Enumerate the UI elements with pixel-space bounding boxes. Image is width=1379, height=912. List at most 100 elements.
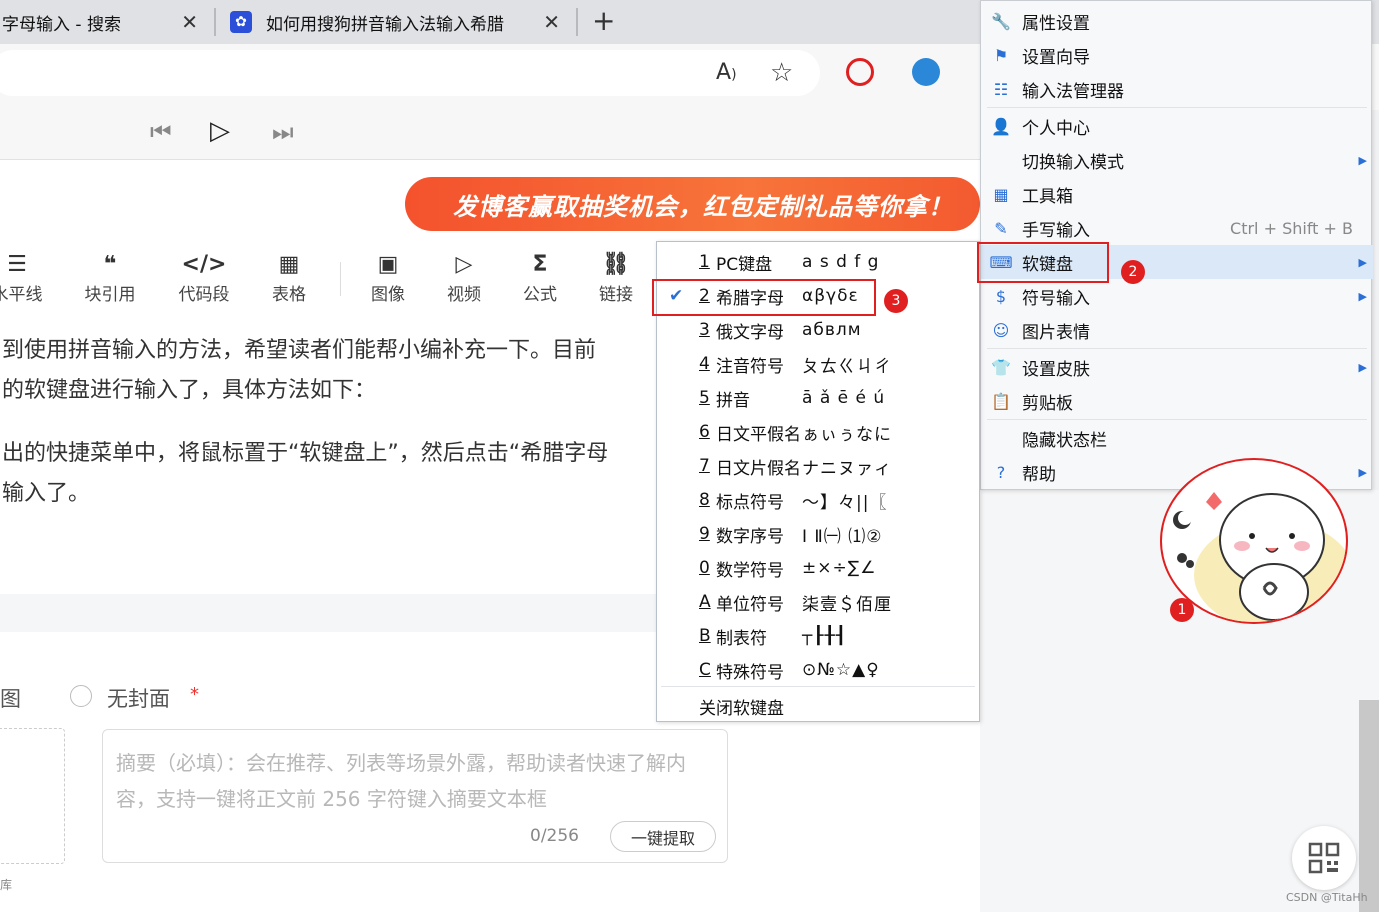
keyboard-option-zhuyin[interactable]: 4 注音符号 ㄆㄊㄍㄐㄔ <box>657 347 979 381</box>
hotkey: 5 <box>699 388 710 408</box>
next-track-icon[interactable]: ⏭ <box>272 118 294 146</box>
qr-code-button[interactable] <box>1292 826 1356 890</box>
read-aloud-icon[interactable]: A) <box>716 60 737 85</box>
menu-item-emoji[interactable]: ☺ 图片表情 <box>981 313 1373 347</box>
article-text[interactable]: 输入了。 <box>2 475 90 507</box>
quote-icon: ❝ <box>103 252 117 277</box>
menu-item-properties[interactable]: 🔧 属性设置 <box>981 4 1373 38</box>
toolbar-divider <box>340 262 341 296</box>
close-icon[interactable]: ✕ <box>543 10 560 34</box>
annotation-badge: 1 <box>1170 598 1194 622</box>
promo-banner[interactable]: 发博客赢取抽奖机会，红包定制礼品等你拿！ <box>405 177 980 231</box>
menu-item-handwriting[interactable]: ✎ 手写输入 Ctrl + Shift + B <box>981 211 1373 245</box>
hotkey: 9 <box>699 524 710 544</box>
section-divider <box>0 594 660 632</box>
option-sample: ±×÷∑∠ <box>802 558 877 578</box>
hr-icon: ☰ <box>7 252 27 277</box>
cover-upload-box[interactable] <box>0 728 65 864</box>
toolbar-formula-button[interactable]: Σ 公式 <box>505 250 575 305</box>
menu-item-symbols[interactable]: $ 符号输入 ▶ <box>981 279 1373 313</box>
option-sample: ┬┠╂┨ <box>802 626 847 646</box>
toolbar-quote-button[interactable]: ❝ 块引用 <box>75 250 145 305</box>
keyboard-option-math[interactable]: 0 数学符号 ±×÷∑∠ <box>657 551 979 585</box>
option-name: 单位符号 <box>716 594 784 615</box>
submenu-arrow-icon: ▶ <box>1358 360 1367 374</box>
smile-icon: ☺ <box>992 320 1010 340</box>
keyboard-option-punctuation[interactable]: 8 标点符号 ～】々||〖 <box>657 483 979 517</box>
option-name: 日文平假名 <box>716 424 801 445</box>
menu-label: 手写输入 <box>1022 220 1090 241</box>
bottom-label: 库 <box>0 878 13 892</box>
toolbar-hr-button[interactable]: ☰ 水平线 <box>0 250 52 305</box>
menu-label: 剪贴板 <box>1022 393 1073 414</box>
menu-separator <box>987 419 1367 420</box>
tab-divider <box>576 8 578 36</box>
no-cover-radio[interactable] <box>70 685 92 707</box>
hotkey: A <box>699 592 711 612</box>
menu-item-personal-center[interactable]: 👤 个人中心 <box>981 109 1373 143</box>
extension-icon[interactable] <box>846 58 874 86</box>
toolbar-label: 表格 <box>272 285 306 305</box>
tab-title: 字母输入 - 搜索 <box>2 14 121 35</box>
toolbar-code-button[interactable]: </> 代码段 <box>169 250 239 305</box>
keyboard-option-close[interactable]: 关闭软键盘 <box>657 689 979 723</box>
image-icon: ▣ <box>377 252 399 277</box>
option-name: 数学符号 <box>716 560 784 581</box>
tab-search[interactable]: 字母输入 - 搜索 ✕ <box>0 0 210 44</box>
keyboard-option-hiragana[interactable]: 6 日文平假名 ぁぃぅなに <box>657 415 979 449</box>
keyboard-option-russian[interactable]: 3 俄文字母 абвлм <box>657 313 979 347</box>
new-tab-button[interactable]: + <box>592 4 615 37</box>
close-icon[interactable]: ✕ <box>181 10 198 34</box>
option-name: 数字序号 <box>716 526 784 547</box>
no-cover-label[interactable]: 无封面 <box>107 683 170 713</box>
keyboard-option-numbering[interactable]: 9 数字序号 Ⅰ Ⅱ㈠ ⑴② <box>657 517 979 551</box>
toolbar-table-button[interactable]: ▦ 表格 <box>254 250 324 305</box>
menu-label: 帮助 <box>1022 464 1056 485</box>
menu-item-switch-mode[interactable]: 切换输入模式 ▶ <box>981 143 1373 177</box>
option-sample: ～】々||〖 <box>802 492 888 513</box>
option-sample: ㄆㄊㄍㄐㄔ <box>802 356 892 377</box>
menu-item-toolbox[interactable]: ▦ 工具箱 <box>981 177 1373 211</box>
summary-char-count: 0/256 <box>530 826 579 846</box>
grid-icon: ▦ <box>993 184 1009 204</box>
address-input[interactable] <box>0 50 820 96</box>
option-sample: ナニヌァィ <box>802 458 892 479</box>
article-text[interactable]: 的软键盘进行输入了，具体方法如下： <box>2 372 376 404</box>
baidu-paw-icon: ✿ <box>230 11 252 33</box>
toolbar-image-button[interactable]: ▣ 图像 <box>353 250 423 305</box>
extension-fish-icon[interactable] <box>912 58 940 86</box>
submenu-arrow-icon: ▶ <box>1358 465 1367 479</box>
keyboard-option-special[interactable]: C 特殊符号 ⊙№☆▲♀ <box>657 653 979 687</box>
toolbar-video-button[interactable]: ▷ 视频 <box>429 250 499 305</box>
hotkey: 0 <box>699 558 710 578</box>
keyboard-option-units[interactable]: A 单位符号 柒壹＄佰厘 <box>657 585 979 619</box>
article-text[interactable]: 出的快捷菜单中，将鼠标置于“软键盘上”，然后点击“希腊字母 <box>2 435 608 467</box>
video-icon: ▷ <box>455 252 473 277</box>
shirt-icon: 👕 <box>991 357 1011 377</box>
hotkey: 1 <box>699 252 710 272</box>
play-icon[interactable]: ▷ <box>210 116 230 146</box>
blank-icon <box>990 427 1012 449</box>
menu-item-ime-manager[interactable]: ☷ 输入法管理器 <box>981 72 1373 106</box>
option-sample: Ⅰ Ⅱ㈠ ⑴② <box>802 526 883 547</box>
tab-article[interactable]: ✿ 如何用搜狗拼音输入法输入希腊 ✕ <box>230 0 570 44</box>
menu-item-hide-statusbar[interactable]: 隐藏状态栏 <box>981 421 1373 455</box>
toolbar-link-button[interactable]: ⛓ 链接 <box>581 250 651 305</box>
menu-item-clipboard[interactable]: 📋 剪贴板 <box>981 384 1373 418</box>
favorite-add-icon[interactable]: ☆ <box>770 58 793 88</box>
keyboard-option-katakana[interactable]: 7 日文片假名 ナニヌァィ <box>657 449 979 483</box>
keyboard-option-pc[interactable]: 1 PC键盘 a s d f g <box>657 245 979 279</box>
menu-item-setup-wizard[interactable]: ⚑ 设置向导 <box>981 38 1373 72</box>
pen-icon: ✎ <box>994 218 1008 238</box>
article-text[interactable]: 到使用拼音输入的方法，希望读者们能帮小编补充一下。目前 <box>2 332 596 364</box>
scrollbar[interactable] <box>1359 700 1379 912</box>
menu-label: 设置向导 <box>1022 47 1090 68</box>
extract-summary-button[interactable]: 一键提取 <box>610 821 716 852</box>
keyboard-option-pinyin[interactable]: 5 拼音 ā ǎ ē é ú <box>657 381 979 415</box>
option-name: 日文片假名 <box>716 458 801 479</box>
keyboard-option-box-drawing[interactable]: B 制表符 ┬┠╂┨ <box>657 619 979 653</box>
menu-item-skin[interactable]: 👕 设置皮肤 ▶ <box>981 350 1373 384</box>
menu-label: 输入法管理器 <box>1022 81 1124 102</box>
previous-track-icon[interactable]: ⏮ <box>150 118 172 146</box>
annotation-badge: 3 <box>884 289 908 313</box>
